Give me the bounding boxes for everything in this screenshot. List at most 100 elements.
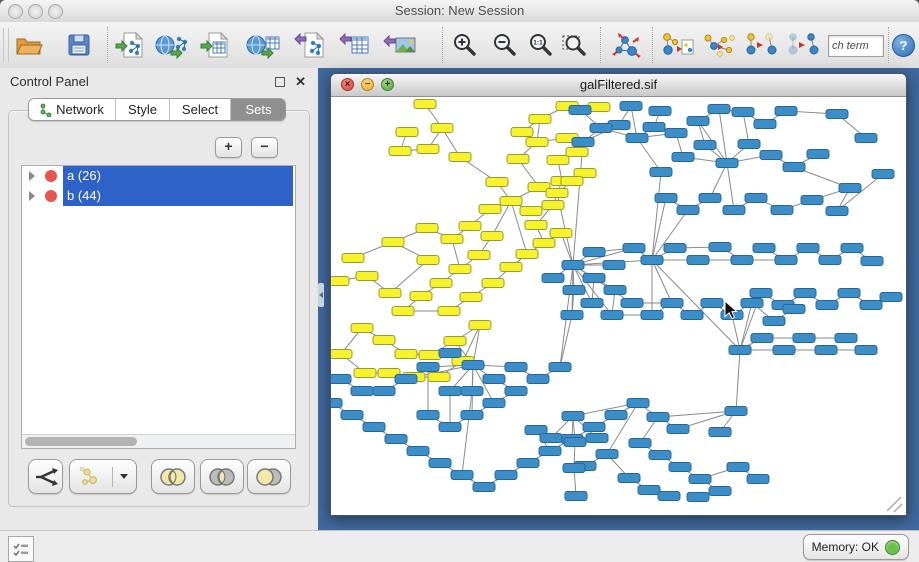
set-color-dot-icon [45,170,57,182]
intersection-button[interactable] [200,459,244,494]
export-image-button[interactable] [382,28,418,62]
resize-grip-icon[interactable] [887,497,902,512]
window-title: Session: New Session [0,0,919,22]
export-network-icon [294,31,326,59]
import-table-url-button[interactable] [245,28,281,62]
create-set-from-network-button[interactable] [69,459,137,494]
split-sets-button[interactable] [28,459,63,494]
sets-list: a (26) b (44) [21,165,296,449]
intersection-venn-icon [207,467,237,487]
open-folder-icon [15,33,43,57]
set-label: b (44) [67,186,101,206]
toolbar-drag-handle[interactable] [3,28,9,62]
toolbar-separator [652,27,653,63]
memory-status-dot-icon [885,540,900,555]
tab-select-label: Select [182,102,218,117]
new-network-from-selection-button[interactable] [659,28,695,62]
memory-status-label: Memory: OK [812,540,879,554]
add-set-button[interactable]: + [215,137,242,158]
expander-caret-icon[interactable] [29,191,35,201]
import-network-file-button[interactable] [113,28,149,62]
import-network-file-icon [115,31,147,59]
toolbar-separator [600,27,601,63]
task-checklist-icon [13,542,29,556]
show-all-icon [786,30,822,60]
first-neighbors-icon [702,30,738,60]
export-network-button[interactable] [292,28,328,62]
split-icon [34,467,58,487]
toolbar-separator [107,27,108,63]
zoom-out-button[interactable] [487,28,523,62]
difference-venn-icon [254,467,284,487]
zoom-fit-selected-icon [561,32,589,58]
toolbar-separator [888,27,889,63]
network-desktop: × − + galFiltered.sif [318,68,919,530]
control-panel-tabs: Network Style Select Sets [28,98,286,121]
zoom-in-button[interactable] [447,28,483,62]
float-panel-icon[interactable] [275,77,285,87]
import-table-url-icon [245,31,281,59]
tab-sets-label: Sets [245,102,271,117]
scrollbar-thumb[interactable] [25,437,137,446]
search-input-text: ch term [829,36,883,56]
tab-style[interactable]: Style [115,99,169,120]
dropdown-caret-icon[interactable] [120,474,128,479]
close-panel-icon[interactable]: ✕ [295,73,306,91]
help-button[interactable]: ? [892,34,915,57]
tab-network[interactable]: Network [29,99,115,120]
zoom-fit-selected-button[interactable] [557,28,593,62]
svg-text:1:1: 1:1 [533,40,543,47]
hide-selected-icon [744,30,780,60]
import-network-url-icon [154,31,190,59]
network-set-icon [79,467,105,487]
zoom-actual-size-button[interactable]: 1:1 [523,28,559,62]
hide-selected-button[interactable] [744,28,780,62]
list-item[interactable]: b (44) [22,186,295,206]
first-neighbors-button[interactable] [702,28,738,62]
sets-panel: + − a (26) b (44) [8,110,310,507]
apply-preferred-layout-button[interactable] [608,28,644,62]
export-table-button[interactable] [337,28,373,62]
apply-layout-icon [609,30,643,60]
minus-icon: − [260,138,268,154]
save-icon [67,33,91,57]
search-input[interactable]: ch term [828,35,884,57]
button-divider [112,467,113,487]
network-tree-icon [40,103,52,117]
network-window-titlebar[interactable]: × − + galFiltered.sif [331,74,906,97]
network-window-title: galFiltered.sif [331,74,906,96]
tab-select[interactable]: Select [169,99,230,120]
union-venn-icon [158,467,188,487]
tab-sets[interactable]: Sets [230,99,286,120]
import-table-file-button[interactable] [198,28,234,62]
control-panel-header: Control Panel ✕ [0,68,318,95]
zoom-in-icon [452,32,478,58]
control-panel-title: Control Panel [10,68,89,95]
task-history-button[interactable] [8,536,34,562]
plus-icon: + [224,138,232,154]
list-item[interactable]: a (26) [22,166,295,186]
show-all-button[interactable] [786,28,822,62]
difference-button[interactable] [247,459,291,494]
set-color-dot-icon [45,190,57,202]
tab-style-label: Style [128,102,157,117]
panel-collapse-handle[interactable] [318,283,324,307]
network-canvas[interactable] [331,97,904,514]
network-graph[interactable] [331,97,904,514]
open-session-button[interactable] [11,28,47,62]
save-session-button[interactable] [61,28,97,62]
network-window[interactable]: × − + galFiltered.sif [330,73,907,516]
status-bar: Memory: OK [0,530,919,562]
remove-set-button[interactable]: − [251,137,278,158]
import-network-url-button[interactable] [154,28,190,62]
expander-caret-icon[interactable] [29,171,35,181]
horizontal-scrollbar[interactable] [22,434,295,448]
zoom-actual-size-icon: 1:1 [528,32,554,58]
help-icon: ? [900,38,908,53]
export-image-icon [383,31,417,59]
main-toolbar: 1:1 [0,22,919,69]
collapse-arrow-icon [319,292,323,298]
union-button[interactable] [151,459,195,494]
control-panel: Control Panel ✕ Network Style Select Set… [0,68,319,530]
memory-status-button[interactable]: Memory: OK [803,534,909,560]
